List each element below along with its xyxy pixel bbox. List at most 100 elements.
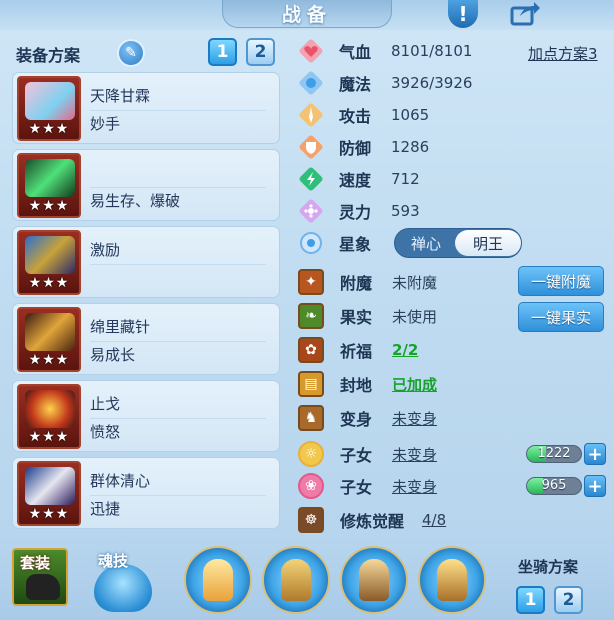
- alert-button[interactable]: !: [446, 0, 480, 28]
- bottom-bar: 套装 魂技 坐骑方案 1 2: [0, 536, 614, 620]
- equip-scheme-header: 装备方案 ✎ 1 2: [16, 38, 280, 68]
- skill-trait: 易成长: [90, 346, 136, 364]
- cultivation-row: ☸ 修炼觉醒 4/8: [298, 506, 446, 534]
- enchant-row: ✦ 附魔 未附魔: [298, 268, 437, 296]
- vine-skill-icon: [25, 159, 75, 197]
- stat-row-hp: 气血 8101/8101: [298, 36, 472, 66]
- row-value[interactable]: 4/8: [422, 511, 446, 529]
- row-value[interactable]: 未变身: [392, 408, 437, 429]
- stat-value: 1286: [391, 138, 430, 156]
- enchant-icon: ✦: [298, 269, 324, 295]
- skill-card-2[interactable]: ★★★ 易生存、爆破: [12, 149, 280, 221]
- skill-card-5[interactable]: ★★★ 止戈 愤怒: [12, 380, 280, 452]
- equip-scheme-label: 装备方案: [16, 46, 81, 65]
- edit-scheme-button[interactable]: ✎: [117, 39, 145, 67]
- stat-value: 3926/3926: [391, 74, 473, 92]
- pet-figure-icon: [359, 559, 389, 601]
- skill-name: 天降甘霖: [90, 87, 151, 105]
- skill-thumbnail: ★★★: [17, 76, 81, 141]
- title-plate: 战备: [222, 0, 392, 28]
- skill-name: 绵里藏针: [90, 318, 151, 336]
- soul-orb-icon: [94, 564, 152, 612]
- bar-value: 965: [541, 478, 567, 493]
- bar-value: 1222: [537, 446, 571, 461]
- star-sign-toggle[interactable]: 禅心 明王: [394, 228, 522, 258]
- star-sign-label: 星象: [339, 235, 372, 254]
- row-key: 子女: [340, 446, 373, 465]
- pet-figure-icon: [437, 559, 467, 601]
- suit-button[interactable]: 套装: [12, 548, 68, 606]
- skill-thumbnail: ★★★: [17, 153, 81, 218]
- speed-icon: [298, 166, 324, 192]
- pet-slot-1[interactable]: [184, 546, 252, 614]
- divider: [90, 187, 266, 188]
- skill-card-list: ★★★ 天降甘霖 妙手 ★★★ 易生存、爆破 ★★★ 激励 ★★★ 绵里藏针 易…: [8, 70, 284, 532]
- divider: [90, 110, 266, 111]
- star-rating: ★★★: [28, 198, 70, 214]
- skill-card-1[interactable]: ★★★ 天降甘霖 妙手: [12, 72, 280, 144]
- share-button[interactable]: [508, 0, 542, 28]
- star-rating: ★★★: [28, 121, 70, 137]
- child-add-button-2[interactable]: +: [584, 475, 606, 497]
- pet-slot-4[interactable]: [418, 546, 486, 614]
- one-click-enchant-button[interactable]: 一键附魔: [518, 266, 604, 296]
- equip-scheme-button-1[interactable]: 1: [208, 38, 237, 66]
- mount-scheme-button-1[interactable]: 1: [516, 586, 545, 614]
- one-click-fruit-button[interactable]: 一键果实: [518, 302, 604, 332]
- divider: [90, 495, 266, 496]
- cultivation-icon: ☸: [298, 507, 324, 533]
- row-value: 未附魔: [392, 273, 438, 292]
- stat-name: 攻击: [339, 107, 372, 126]
- stat-row-mp: 魔法 3926/3926: [298, 68, 472, 98]
- child-row-1: ☼ 子女 未变身: [298, 440, 437, 468]
- star-sign-option-mingwang[interactable]: 明王: [455, 230, 521, 256]
- row-value[interactable]: 未变身: [392, 476, 437, 497]
- skill-thumbnail: ★★★: [17, 461, 81, 526]
- row-value[interactable]: 未变身: [392, 444, 437, 465]
- row-value: 未使用: [392, 307, 438, 326]
- suit-label: 套装: [20, 554, 51, 572]
- soul-skill-label: 魂技: [98, 552, 129, 570]
- stat-name: 气血: [339, 43, 372, 62]
- pet-figure-icon: [203, 559, 233, 601]
- star-rating: ★★★: [28, 275, 70, 291]
- stat-row-attack: 攻击 1065: [298, 100, 429, 130]
- stat-value: 1065: [391, 106, 430, 124]
- stat-name: 灵力: [339, 203, 372, 222]
- mount-scheme-button-2[interactable]: 2: [554, 586, 583, 614]
- share-icon: [510, 2, 540, 26]
- skill-trait: 迅捷: [90, 500, 121, 518]
- row-key: 封地: [340, 376, 373, 395]
- skill-card-3[interactable]: ★★★ 激励: [12, 226, 280, 298]
- heart-icon: [298, 38, 324, 64]
- cat-icon: [26, 574, 60, 600]
- child-add-button-1[interactable]: +: [584, 443, 606, 465]
- star-sign-option-chanxin[interactable]: 禅心: [398, 230, 454, 256]
- mana-icon: [298, 70, 324, 96]
- star-rating: ★★★: [28, 352, 70, 368]
- attribute-panel: 气血 8101/8101 加点方案3 魔法 3926/3926 攻击 1065 …: [290, 34, 610, 534]
- fruit-icon: ❧: [298, 303, 324, 329]
- pet-slot-2[interactable]: [262, 546, 330, 614]
- stat-row-defense: 防御 1286: [298, 132, 429, 162]
- fruit-row: ❧ 果实 未使用: [298, 302, 437, 330]
- bless-icon: ✿: [298, 337, 324, 363]
- equip-scheme-button-2[interactable]: 2: [246, 38, 275, 66]
- pet-slot-3[interactable]: [340, 546, 408, 614]
- needle-skill-icon: [25, 313, 75, 351]
- skill-card-6[interactable]: ★★★ 群体清心 迅捷: [12, 457, 280, 529]
- point-plan-link[interactable]: 加点方案3: [528, 43, 598, 64]
- transform-icon: ♞: [298, 405, 324, 431]
- spirit-icon: [298, 198, 324, 224]
- skill-card-4[interactable]: ★★★ 绵里藏针 易成长: [12, 303, 280, 375]
- skill-name: 激励: [90, 241, 121, 259]
- child-hp-bar-1: 1222: [526, 445, 582, 463]
- row-value[interactable]: 已加成: [392, 374, 437, 395]
- skill-trait: 愤怒: [90, 423, 121, 441]
- star-sign-row: 星象: [298, 228, 387, 258]
- soul-skill-button[interactable]: 魂技: [92, 550, 154, 612]
- child-row-2: ❀ 子女 未变身: [298, 472, 437, 500]
- skill-name: 止戈: [90, 395, 121, 413]
- row-value[interactable]: 2/2: [392, 341, 418, 359]
- halt-skill-icon: [25, 390, 75, 428]
